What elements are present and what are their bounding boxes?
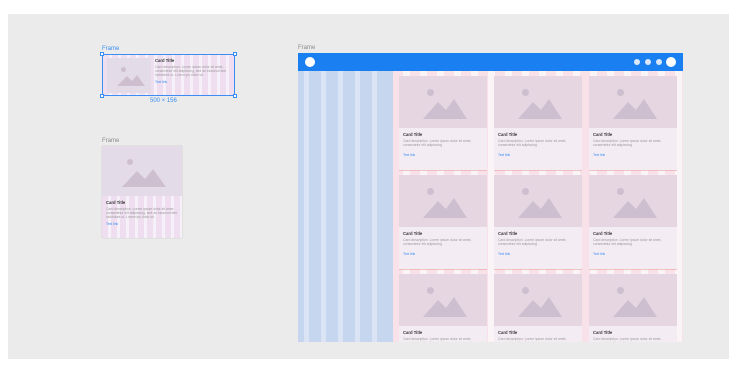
- card-title: Card Title: [593, 231, 613, 236]
- card-description: Card description. Lorem ipsum dolor sit …: [498, 337, 567, 342]
- image-placeholder-icon: [399, 76, 487, 128]
- resize-handle-top-right[interactable]: [233, 52, 237, 56]
- card-description: Card description. Lorem ipsum dolor sit …: [498, 139, 567, 148]
- card-link[interactable]: Text link: [106, 222, 178, 226]
- card-grid-area: Card Title Card description. Lorem ipsum …: [393, 71, 683, 342]
- nav-dot-icon[interactable]: [656, 59, 662, 65]
- nav-dot-icon[interactable]: [645, 59, 651, 65]
- card-description: Card description. Lorem ipsum dolor sit …: [403, 238, 472, 247]
- grid-card[interactable]: Card Title Card description. Lorem ipsum …: [399, 76, 487, 170]
- card-title: Card Title: [593, 132, 613, 137]
- card-link[interactable]: Text link: [403, 252, 483, 256]
- top-navigation-bar: [298, 53, 683, 71]
- image-placeholder-icon: [589, 76, 677, 128]
- horizontal-card-frame[interactable]: Card Title Card description. Lorem ipsum…: [102, 54, 235, 96]
- card-title: Card Title: [106, 200, 126, 205]
- avatar-icon[interactable]: [666, 57, 676, 67]
- image-placeholder-icon: [102, 146, 182, 196]
- resize-handle-bottom-right[interactable]: [233, 94, 237, 98]
- grid-card[interactable]: Card Title Card description. Lorem ipsum …: [589, 175, 677, 269]
- app-layout-frame[interactable]: Card Title Card description. Lorem ipsum …: [298, 53, 683, 342]
- card-link[interactable]: Text link: [498, 153, 578, 157]
- grid-card[interactable]: Card Title Card description. Lorem ipsum …: [494, 76, 582, 170]
- grid-card[interactable]: Card Title Card description. Lorem ipsum …: [589, 76, 677, 170]
- card-link[interactable]: Text link: [403, 153, 483, 157]
- card-title: Card Title: [403, 330, 423, 335]
- card-link[interactable]: Text link: [593, 153, 673, 157]
- frame-label-selected[interactable]: Frame: [102, 46, 119, 52]
- card-description: Card description. Lorem ipsum dolor sit …: [403, 139, 472, 148]
- vertical-card-frame[interactable]: Card Title Card description. Lorem ipsum…: [102, 146, 182, 238]
- card-title: Card Title: [403, 132, 423, 137]
- card-link[interactable]: Text link: [593, 252, 673, 256]
- image-placeholder-icon: [399, 274, 487, 326]
- card-link[interactable]: Text link: [498, 252, 578, 256]
- card-description: Card description. Lorem ipsum dolor sit …: [403, 337, 472, 342]
- card-title: Card Title: [403, 231, 423, 236]
- mountain-icon: [423, 99, 467, 119]
- grid-card[interactable]: Card Title Card description. Lorem ipsum …: [494, 175, 582, 269]
- card-description: Card description. Lorem ipsum dolor sit …: [593, 337, 662, 342]
- mountain-icon: [122, 169, 166, 187]
- nav-dot-icon[interactable]: [634, 59, 640, 65]
- mountain-icon: [117, 75, 145, 86]
- image-placeholder-icon: [589, 274, 677, 326]
- card-description: Card description. Lorem ipsum dolor sit …: [106, 207, 178, 220]
- card-description: Card description. Lorem ipsum dolor sit …: [593, 139, 662, 148]
- card-title: Card Title: [155, 58, 175, 63]
- grid-card[interactable]: Card Title Card description. Lorem ipsum …: [494, 274, 582, 342]
- image-placeholder-icon: [494, 76, 582, 128]
- card-link[interactable]: Text link: [155, 80, 230, 84]
- card-description: Card description. Lorem ipsum dolor sit …: [155, 65, 227, 78]
- card-description: Card description. Lorem ipsum dolor sit …: [498, 238, 567, 247]
- image-placeholder-icon: [494, 175, 582, 227]
- image-placeholder-icon: [589, 175, 677, 227]
- card-title: Card Title: [593, 330, 613, 335]
- resize-handle-top-left[interactable]: [100, 52, 104, 56]
- card-title: Card Title: [498, 132, 518, 137]
- mountain-icon: [613, 198, 657, 218]
- mountain-icon: [518, 198, 562, 218]
- mountain-icon: [613, 99, 657, 119]
- sidebar: [298, 71, 393, 342]
- frame-label-vertical[interactable]: Frame: [102, 138, 119, 144]
- circle-logo-icon[interactable]: [305, 57, 315, 67]
- image-placeholder-icon: [107, 58, 151, 93]
- image-placeholder-icon: [494, 274, 582, 326]
- mountain-icon: [613, 297, 657, 317]
- mountain-icon: [423, 198, 467, 218]
- mountain-icon: [423, 297, 467, 317]
- mountain-icon: [518, 297, 562, 317]
- grid-card[interactable]: Card Title Card description. Lorem ipsum …: [399, 274, 487, 342]
- resize-handle-bottom-left[interactable]: [100, 94, 104, 98]
- mountain-icon: [518, 99, 562, 119]
- grid-card[interactable]: Card Title Card description. Lorem ipsum …: [399, 175, 487, 269]
- image-placeholder-icon: [399, 175, 487, 227]
- grid-card[interactable]: Card Title Card description. Lorem ipsum …: [589, 274, 677, 342]
- selection-dimensions: 500 × 156: [150, 98, 177, 104]
- frame-label-app[interactable]: Frame: [298, 45, 315, 51]
- card-title: Card Title: [498, 330, 518, 335]
- card-description: Card description. Lorem ipsum dolor sit …: [593, 238, 662, 247]
- card-title: Card Title: [498, 231, 518, 236]
